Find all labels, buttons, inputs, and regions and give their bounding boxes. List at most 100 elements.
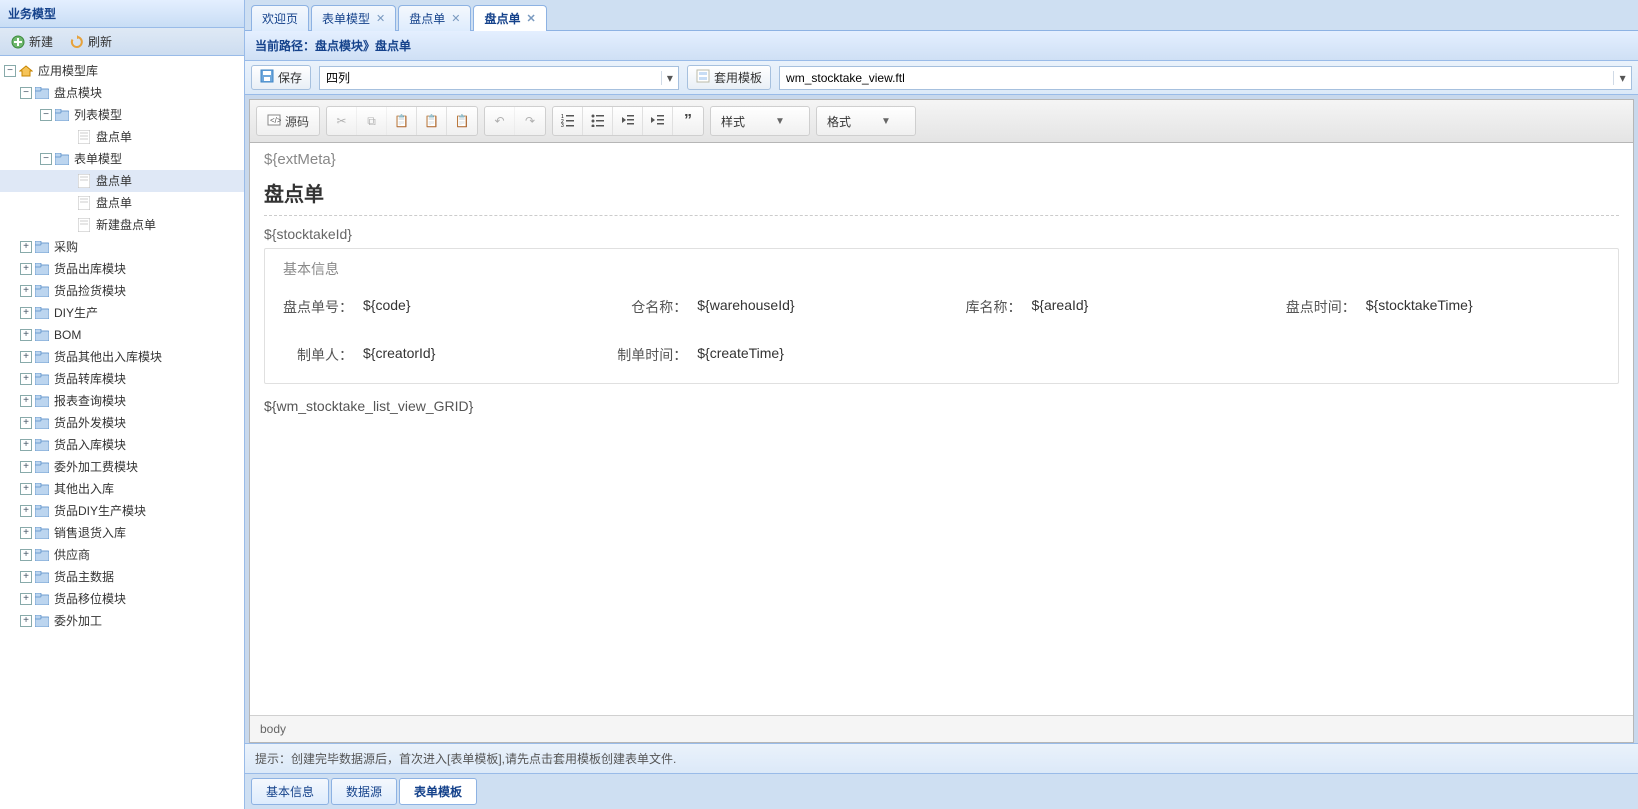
refresh-button[interactable]: 刷新 <box>65 31 116 52</box>
tree-node-module[interactable]: − 盘点模块 <box>0 82 244 104</box>
expand-icon[interactable]: + <box>20 461 32 473</box>
tree-node-module[interactable]: +委外加工费模块 <box>0 456 244 478</box>
expand-icon[interactable]: + <box>20 571 32 583</box>
chevron-down-icon[interactable]: ▾ <box>661 71 678 85</box>
expand-icon[interactable]: + <box>20 351 32 363</box>
undo-icon: ↶ <box>494 114 504 128</box>
collapse-icon[interactable]: − <box>40 109 52 121</box>
tree-leaf[interactable]: 盘点单 <box>0 126 244 148</box>
editor-content[interactable]: ${extMeta} 盘点单 ${stocktakeId} 基本信息 盘点单号：… <box>250 143 1633 715</box>
field-code: 盘点单号：${code} <box>283 297 597 317</box>
tab-welcome[interactable]: 欢迎页 <box>251 5 309 31</box>
numbered-list-button[interactable]: 123 <box>553 107 583 135</box>
tab-stocktake-2[interactable]: 盘点单✕ <box>473 5 546 31</box>
tree-root[interactable]: − 应用模型库 <box>0 60 244 82</box>
tree-node-module[interactable]: +采购 <box>0 236 244 258</box>
expand-icon[interactable]: + <box>20 307 32 319</box>
close-icon[interactable]: ✕ <box>376 12 385 25</box>
tab-form-model[interactable]: 表单模型✕ <box>311 5 396 31</box>
top-tabs: 欢迎页 表单模型✕ 盘点单✕ 盘点单✕ <box>245 0 1638 31</box>
expand-icon[interactable]: + <box>20 505 32 517</box>
expand-icon[interactable]: + <box>20 527 32 539</box>
collapse-icon[interactable]: − <box>20 87 32 99</box>
chevron-down-icon[interactable]: ▾ <box>1613 71 1631 85</box>
tree-node-module[interactable]: +货品出库模块 <box>0 258 244 280</box>
expand-icon[interactable]: + <box>20 439 32 451</box>
tree-node-module[interactable]: +货品捡货模块 <box>0 280 244 302</box>
new-button[interactable]: 新建 <box>6 31 57 52</box>
tree-node-module[interactable]: +货品转库模块 <box>0 368 244 390</box>
expand-icon[interactable]: + <box>20 241 32 253</box>
tree-node-module[interactable]: +DIY生产 <box>0 302 244 324</box>
tree-node-module[interactable]: +委外加工 <box>0 610 244 632</box>
apply-template-button[interactable]: 套用模板 <box>687 65 771 90</box>
close-icon[interactable]: ✕ <box>527 12 536 25</box>
tab-data-source[interactable]: 数据源 <box>331 778 397 805</box>
tree-node-module[interactable]: +其他出入库 <box>0 478 244 500</box>
save-button[interactable]: 保存 <box>251 65 311 90</box>
tab-stocktake-1[interactable]: 盘点单✕ <box>398 5 471 31</box>
expand-icon[interactable]: + <box>20 417 32 429</box>
blue-folder-icon <box>34 327 50 343</box>
tree-node-module[interactable]: +货品外发模块 <box>0 412 244 434</box>
paste-button[interactable]: 📋 <box>387 107 417 135</box>
tree-node-module[interactable]: +报表查询模块 <box>0 390 244 412</box>
indent-button[interactable] <box>643 107 673 135</box>
blue-folder-icon <box>34 305 50 321</box>
template-input[interactable] <box>780 67 1613 89</box>
tree-leaf[interactable]: 盘点单 <box>0 192 244 214</box>
tab-basic-info[interactable]: 基本信息 <box>251 778 329 805</box>
expand-icon[interactable]: + <box>20 263 32 275</box>
expand-icon[interactable]: + <box>20 615 32 627</box>
close-icon[interactable]: ✕ <box>451 12 460 25</box>
expand-icon[interactable]: + <box>20 285 32 297</box>
blue-folder-icon <box>34 283 50 299</box>
field-value: ${stocktakeTime} <box>1366 297 1473 317</box>
tab-form-template[interactable]: 表单模板 <box>399 778 477 805</box>
element-path-bar[interactable]: body <box>250 715 1633 742</box>
expand-icon[interactable]: + <box>20 593 32 605</box>
source-button[interactable]: </> 源码 <box>257 107 319 135</box>
collapse-icon[interactable]: − <box>4 65 16 77</box>
expand-icon[interactable]: + <box>20 549 32 561</box>
columns-select[interactable]: ▾ <box>319 66 679 90</box>
field-label: 制单人： <box>283 345 353 365</box>
tree-node-module[interactable]: +货品主数据 <box>0 566 244 588</box>
expand-icon[interactable]: + <box>20 483 32 495</box>
tree-node-label: 盘点单 <box>94 194 132 212</box>
field-label: 制单时间： <box>617 345 687 365</box>
tree-node-label: 供应商 <box>52 546 90 564</box>
tree-node-module[interactable]: +销售退货入库 <box>0 522 244 544</box>
tree-node-form-model[interactable]: − 表单模型 <box>0 148 244 170</box>
style-combo[interactable]: 样式 ▼ <box>710 106 810 136</box>
copy-button[interactable]: ⧉ <box>357 107 387 135</box>
field-label: 盘点单号： <box>283 297 353 317</box>
undo-button[interactable]: ↶ <box>485 107 515 135</box>
collapse-icon[interactable]: − <box>40 153 52 165</box>
tree-node-module[interactable]: +货品DIY生产模块 <box>0 500 244 522</box>
tab-label: 欢迎页 <box>262 10 298 27</box>
cut-button[interactable]: ✂ <box>327 107 357 135</box>
template-select[interactable]: ▾ <box>779 66 1632 90</box>
columns-input[interactable] <box>320 67 661 89</box>
tree-leaf[interactable]: 盘点单 <box>0 170 244 192</box>
blue-folder-icon <box>34 569 50 585</box>
tree-node-module[interactable]: +BOM <box>0 324 244 346</box>
expand-icon[interactable]: + <box>20 395 32 407</box>
expand-icon[interactable]: + <box>20 329 32 341</box>
tree-leaf[interactable]: 新建盘点单 <box>0 214 244 236</box>
bullet-list-button[interactable] <box>583 107 613 135</box>
redo-button[interactable]: ↷ <box>515 107 545 135</box>
tree-node-module[interactable]: +货品其他出入库模块 <box>0 346 244 368</box>
tree-node-module[interactable]: +货品入库模块 <box>0 434 244 456</box>
tree-node-list-model[interactable]: − 列表模型 <box>0 104 244 126</box>
format-combo[interactable]: 格式 ▼ <box>816 106 916 136</box>
tree-node-module[interactable]: + 供应商 <box>0 544 244 566</box>
outdent-button[interactable] <box>613 107 643 135</box>
expand-icon[interactable]: + <box>20 373 32 385</box>
paste-text-button[interactable]: 📋 <box>417 107 447 135</box>
tree-node-module[interactable]: +货品移位模块 <box>0 588 244 610</box>
blockquote-button[interactable]: ” <box>673 107 703 135</box>
form-grid: 盘点单号：${code} 仓名称：${warehouseId} 库名称：${ar… <box>283 297 1600 365</box>
paste-word-button[interactable]: 📋 <box>447 107 477 135</box>
